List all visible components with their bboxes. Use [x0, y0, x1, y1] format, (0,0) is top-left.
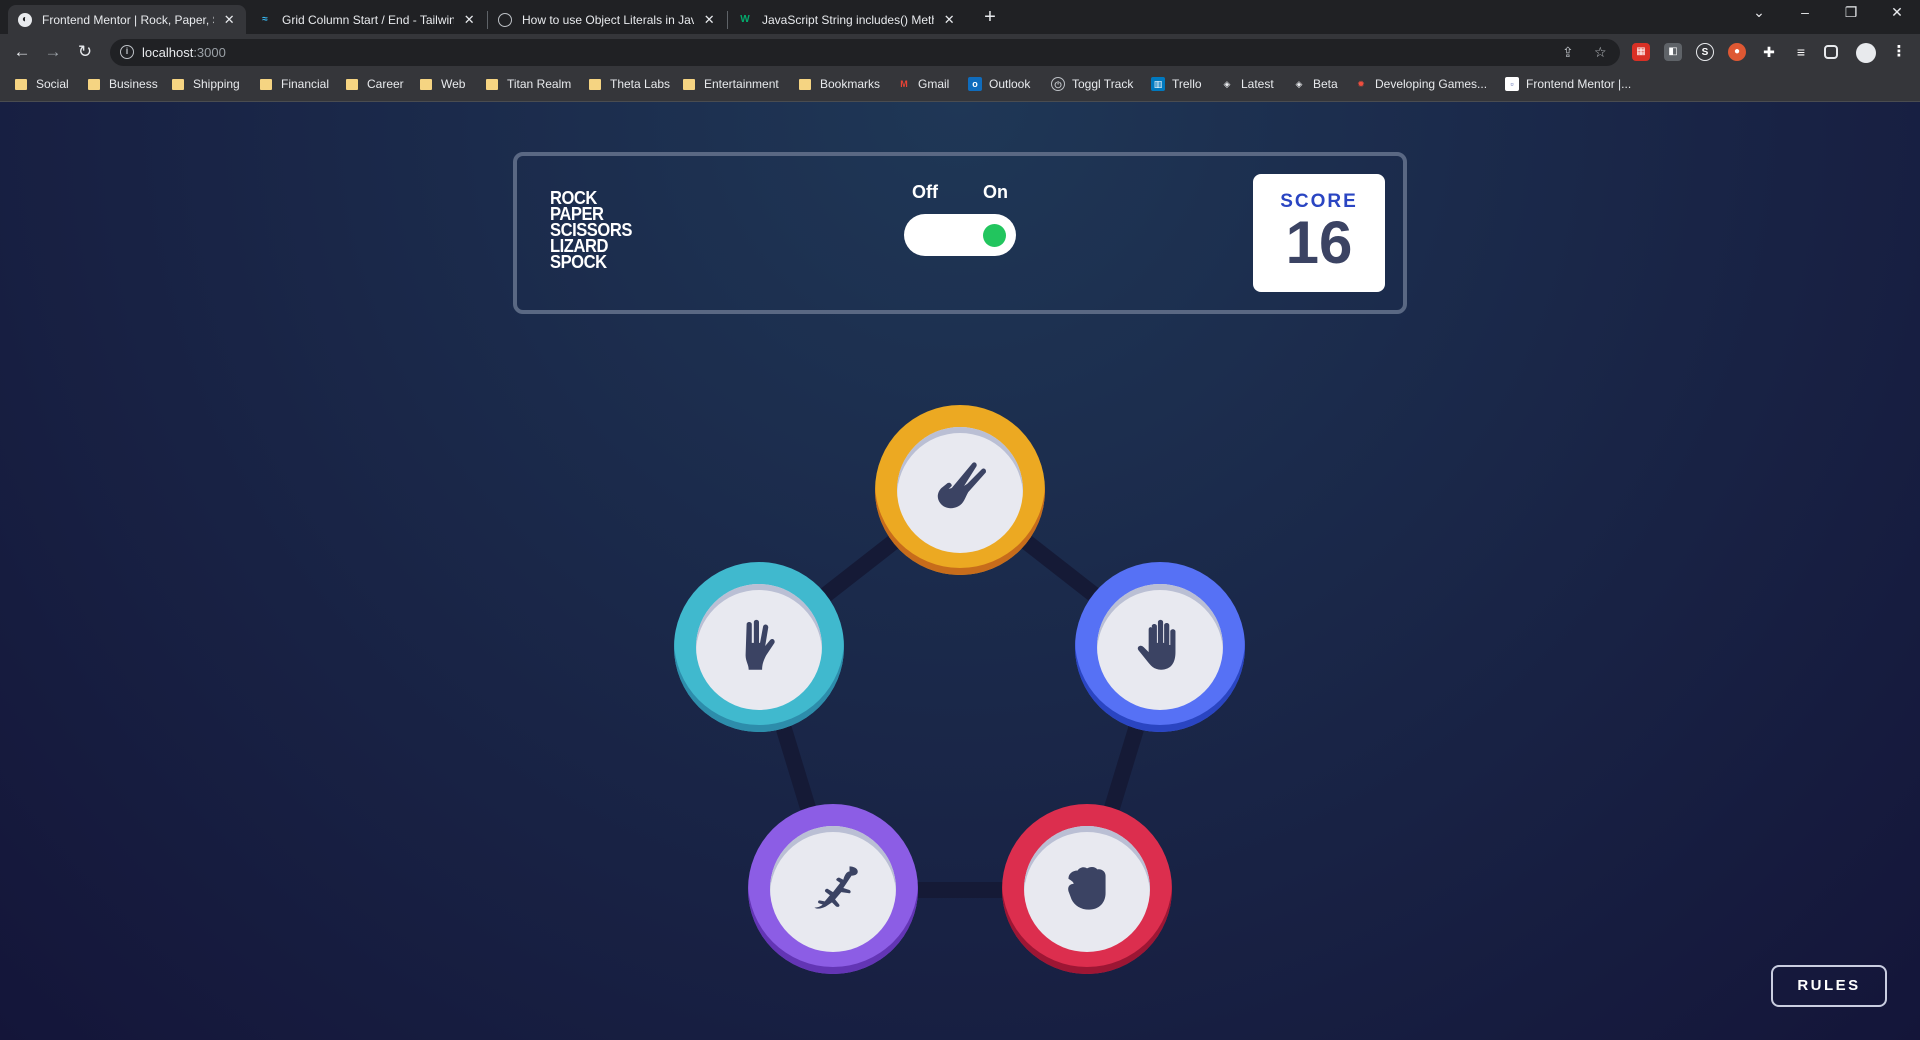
scissors-button[interactable] — [875, 405, 1045, 575]
globe-icon — [498, 12, 512, 27]
tab-title: JavaScript String includes() Method — [762, 12, 935, 27]
bookmark-titan-realm[interactable]: Titan Realm — [486, 77, 571, 91]
folder-icon — [172, 78, 184, 90]
bookmark-business[interactable]: Business — [88, 77, 158, 91]
bookmark-gmail[interactable]: M Gmail — [897, 77, 949, 91]
tailwind-icon: ≈ — [262, 14, 268, 25]
new-tab-button[interactable]: + — [978, 6, 1002, 30]
reload-button[interactable]: ↻ — [73, 40, 97, 64]
folder-icon — [589, 78, 601, 90]
folder-icon — [15, 78, 27, 90]
address-bar[interactable]: i localhost:3000 ⇪ ☆ — [110, 39, 1620, 66]
rock-icon — [1068, 866, 1106, 910]
trello-icon: ▥ — [1151, 77, 1165, 91]
tab-title: Frontend Mentor | Rock, Paper, Scissors — [42, 12, 214, 27]
unity-icon: ◈ — [1295, 79, 1303, 89]
close-icon[interactable]: ✕ — [462, 12, 476, 28]
chip-face — [770, 826, 896, 952]
bookmark-shipping[interactable]: Shipping — [172, 77, 240, 91]
lizard-icon — [814, 866, 858, 909]
bookmark-beta[interactable]: ◈ Beta — [1292, 77, 1338, 91]
bookmark-financial[interactable]: Financial — [260, 77, 329, 91]
bookmark-latest[interactable]: ◈ Latest — [1220, 77, 1274, 91]
tab-title: Grid Column Start / End - Tailwind CSS — [282, 12, 455, 27]
folder-icon — [88, 78, 100, 90]
bookmark-star-icon[interactable]: ☆ — [1594, 44, 1607, 61]
bookmarks-bar: Social Business Shipping Financial Caree… — [0, 70, 1920, 102]
browser-toolbar: ← → ↻ i localhost:3000 ⇪ ☆ ▦ ◧ S ● ✚ ≡ ⋮ — [0, 34, 1920, 70]
bookmark-social[interactable]: Social — [15, 77, 69, 91]
tab-frontend-mentor[interactable]: ◐ Frontend Mentor | Rock, Paper, Scissor… — [8, 5, 246, 34]
folder-icon — [420, 78, 432, 90]
share-icon[interactable]: ⇪ — [1562, 44, 1574, 61]
url-text: localhost:3000 — [142, 45, 226, 60]
game-page: ROCK PAPER SCISSORS LIZARD SPOCK Off On … — [0, 102, 1920, 1040]
scissors-icon — [937, 462, 986, 509]
paper-icon — [1137, 619, 1176, 670]
bookmark-entertainment[interactable]: Entertainment — [683, 77, 779, 91]
folder-icon — [486, 78, 498, 90]
extension-gray-icon[interactable]: ◧ — [1664, 43, 1682, 61]
spock-icon — [745, 619, 775, 670]
game-board — [0, 102, 1920, 1040]
bookmark-frontend-mentor[interactable]: ▫ Frontend Mentor |... — [1505, 77, 1631, 91]
bookmark-developing-games[interactable]: ✹ Developing Games... — [1354, 77, 1487, 91]
back-button[interactable]: ← — [10, 40, 34, 64]
folder-icon — [799, 78, 811, 90]
gmail-icon: M — [900, 79, 908, 89]
folder-icon — [346, 78, 358, 90]
browser-tab-bar: ◐ Frontend Mentor | Rock, Paper, Scissor… — [0, 0, 1920, 34]
w3schools-icon: W — [740, 14, 750, 25]
gear-icon: ✹ — [1357, 79, 1365, 89]
folder-icon — [260, 78, 272, 90]
tab-w3schools[interactable]: W JavaScript String includes() Method ✕ — [728, 5, 966, 34]
restore-button[interactable]: ❐ — [1836, 4, 1866, 21]
forward-button[interactable]: → — [41, 40, 65, 64]
tab-search-icon[interactable]: ⌄ — [1744, 4, 1774, 21]
unity-icon: ◈ — [1223, 79, 1231, 89]
reading-list-icon[interactable]: ≡ — [1792, 43, 1810, 61]
close-icon[interactable]: ✕ — [222, 12, 236, 28]
bookmark-career[interactable]: Career — [346, 77, 404, 91]
minimize-button[interactable]: – — [1790, 4, 1820, 20]
close-icon[interactable]: ✕ — [702, 12, 716, 28]
frontend-mentor-icon: ◐ — [18, 12, 32, 27]
extension-s-icon[interactable]: S — [1696, 43, 1714, 61]
bookmark-theta-labs[interactable]: Theta Labs — [589, 77, 670, 91]
tab-object-literals[interactable]: How to use Object Literals in JavaScript… — [488, 5, 726, 34]
bookmark-outlook[interactable]: o Outlook — [968, 77, 1030, 91]
close-window-button[interactable]: ✕ — [1882, 4, 1912, 21]
spock-button[interactable] — [674, 562, 844, 732]
outlook-icon: o — [968, 77, 982, 91]
menu-icon[interactable]: ⋮ — [1890, 43, 1908, 61]
avatar[interactable] — [1856, 43, 1876, 63]
tab-tailwind[interactable]: ≈ Grid Column Start / End - Tailwind CSS… — [248, 5, 486, 34]
rock-button[interactable] — [1002, 804, 1172, 974]
bookmark-web[interactable]: Web — [420, 77, 465, 91]
chip-face — [696, 584, 822, 710]
extension-red-icon[interactable]: ▦ — [1632, 43, 1650, 61]
side-panel-icon[interactable] — [1824, 45, 1838, 59]
folder-icon — [683, 78, 695, 90]
close-icon[interactable]: ✕ — [942, 12, 956, 28]
toggl-icon: ⏻ — [1051, 77, 1065, 91]
chip-face — [1097, 584, 1223, 710]
puzzle-icon[interactable]: ✚ — [1760, 43, 1778, 61]
rules-button[interactable]: RULES — [1771, 965, 1887, 1007]
tab-title: How to use Object Literals in JavaScript — [522, 12, 695, 27]
chip-face — [1024, 826, 1150, 952]
chip-face — [897, 427, 1023, 553]
bookmark-bookmarks[interactable]: Bookmarks — [799, 77, 880, 91]
site-info-icon[interactable]: i — [120, 45, 134, 59]
lizard-button[interactable] — [748, 804, 918, 974]
bookmark-toggl[interactable]: ⏻ Toggl Track — [1051, 77, 1133, 91]
paper-button[interactable] — [1075, 562, 1245, 732]
duckduckgo-icon[interactable]: ● — [1728, 43, 1746, 61]
frontend-mentor-icon: ▫ — [1505, 77, 1519, 91]
bookmark-trello[interactable]: ▥ Trello — [1151, 77, 1202, 91]
